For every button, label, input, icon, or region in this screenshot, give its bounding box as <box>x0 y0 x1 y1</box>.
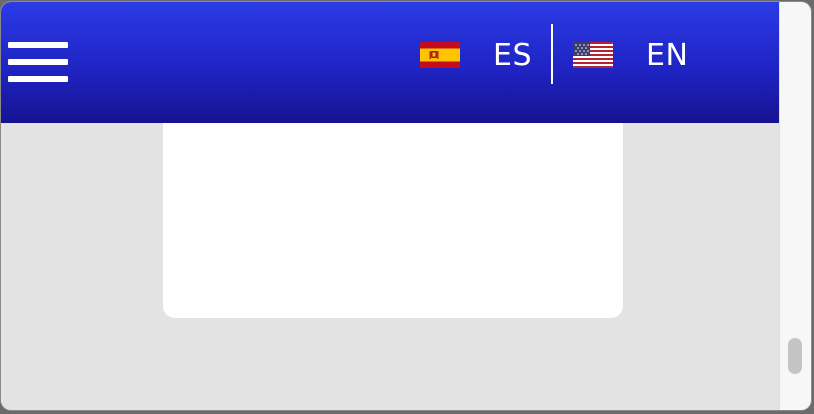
content-card <box>163 102 623 318</box>
hamburger-menu-icon[interactable] <box>8 42 68 84</box>
menu-line <box>8 76 68 82</box>
browser-window: ES EN <box>1 2 811 410</box>
menu-line <box>8 59 68 65</box>
us-flag-icon <box>573 42 613 68</box>
spain-flag-icon <box>420 42 460 68</box>
language-code-en: EN <box>646 37 689 73</box>
language-option-en[interactable]: EN <box>573 30 688 80</box>
menu-line <box>8 42 68 48</box>
language-code-es: ES <box>493 37 532 73</box>
language-divider <box>551 24 553 84</box>
top-navigation-bar: ES EN <box>1 2 779 123</box>
page-viewport: ES EN <box>1 2 779 410</box>
scrollbar-thumb[interactable] <box>788 338 802 374</box>
vertical-scrollbar[interactable] <box>779 2 811 410</box>
language-option-es[interactable]: ES <box>420 30 532 80</box>
